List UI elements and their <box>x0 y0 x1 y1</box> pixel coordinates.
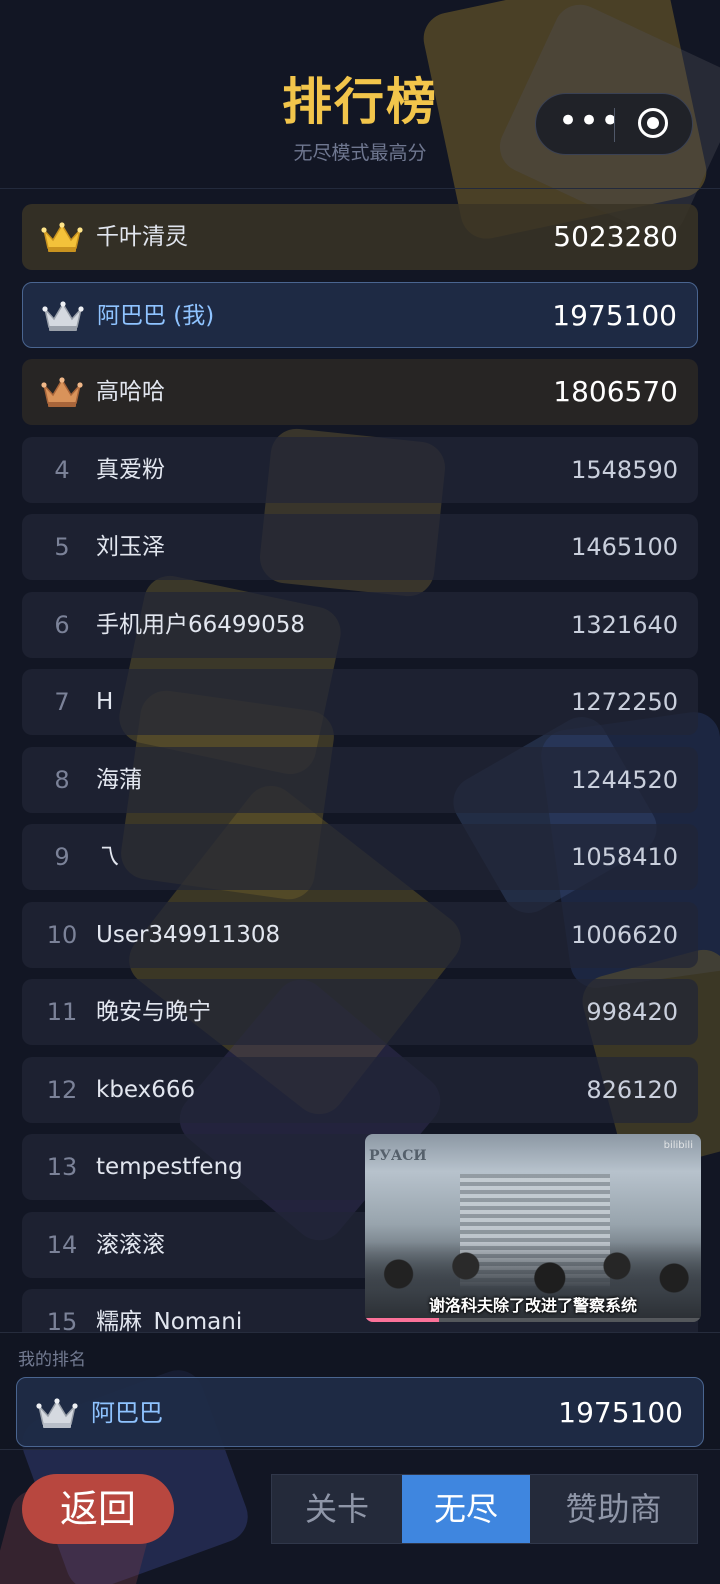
leaderboard-row[interactable]: 千叶清灵 5023280 <box>22 204 698 270</box>
rank-number: 14 <box>46 1230 78 1259</box>
video-sign-text: РУАСИ <box>369 1148 427 1164</box>
page-header: 排行榜 无尽模式最高分 ••• <box>0 0 720 189</box>
player-name: kbex666 <box>96 1076 196 1103</box>
mode-tabs: 关卡 无尽 赞助商 <box>271 1474 698 1544</box>
rank-number: 8 <box>54 765 70 794</box>
my-rank-row[interactable]: 阿巴巴 1975100 <box>16 1377 704 1447</box>
player-score: 998420 <box>586 998 678 1026</box>
player-name: 手机用户66499058 <box>96 611 306 638</box>
player-score: 1975100 <box>552 298 677 332</box>
rank-number: 15 <box>46 1308 78 1332</box>
my-rank-label: 我的排名 <box>18 1350 86 1370</box>
silver-crown-icon <box>42 300 84 331</box>
my-rank-section: 我的排名 阿巴巴 1975100 <box>0 1332 720 1450</box>
rank-number: 13 <box>46 1153 78 1181</box>
gold-crown-icon <box>41 222 83 252</box>
rank-number: 4 <box>54 455 70 484</box>
leaderboard-row[interactable]: 高哈哈 1806570 <box>22 359 698 425</box>
rank-number: 10 <box>46 920 78 949</box>
player-score: 5023280 <box>553 220 678 253</box>
rank-number: 9 <box>54 843 70 871</box>
video-watermark: bilibili <box>663 1140 693 1151</box>
leaderboard-row[interactable]: 10 User349911308 1006620 <box>22 901 698 968</box>
player-score: 1244520 <box>571 765 678 794</box>
player-name: 高哈哈 <box>96 379 165 405</box>
tab-sponsor[interactable]: 赞助商 <box>530 1475 697 1543</box>
player-name: H <box>96 689 114 715</box>
more-dots-icon[interactable]: ••• <box>558 104 620 140</box>
video-progress-bar <box>365 1318 701 1322</box>
rank-number: 12 <box>46 1075 78 1104</box>
player-score: 1058410 <box>571 843 678 871</box>
player-name: 糯麻_Nomani <box>96 1309 243 1332</box>
leaderboard-row[interactable]: 阿巴巴 (我) 1975100 <box>22 281 698 348</box>
rank-number: 11 <box>46 998 78 1026</box>
player-name: 千叶清灵 <box>96 224 188 250</box>
rank-number: 7 <box>54 688 70 716</box>
rank-number: 6 <box>54 610 70 639</box>
tab-endless[interactable]: 无尽 <box>402 1475 530 1543</box>
player-name: 晚安与晚宁 <box>96 999 211 1025</box>
leaderboard-row[interactable]: 4 真爱粉 1548590 <box>22 436 698 503</box>
player-score: 1806570 <box>553 375 678 408</box>
capsule-divider <box>614 108 615 142</box>
leaderboard-row[interactable]: 9 乁 1058410 <box>22 824 698 890</box>
target-close-icon[interactable] <box>638 108 668 138</box>
player-score: 826120 <box>586 1075 678 1104</box>
player-score: 1321640 <box>571 610 678 639</box>
floating-video-player[interactable]: РУАСИ bilibili 谢洛科夫除了改进了警察系统 <box>365 1134 701 1322</box>
leaderboard-row[interactable]: 8 海蒲 1244520 <box>22 746 698 813</box>
my-rank-name: 阿巴巴 <box>91 1399 163 1427</box>
player-score: 1548590 <box>571 455 678 484</box>
leaderboard-row[interactable]: 11 晚安与晚宁 998420 <box>22 979 698 1045</box>
player-name: 滚滚滚 <box>96 1231 165 1258</box>
miniprogram-capsule: ••• <box>535 93 693 155</box>
tab-level[interactable]: 关卡 <box>272 1475 402 1543</box>
leaderboard-row[interactable]: 12 kbex666 826120 <box>22 1056 698 1123</box>
player-score: 1006620 <box>571 920 678 949</box>
player-score: 1272250 <box>571 688 678 716</box>
leaderboard-row[interactable]: 7 H 1272250 <box>22 669 698 735</box>
leaderboard-row[interactable]: 6 手机用户66499058 1321640 <box>22 591 698 658</box>
player-name: 海蒲 <box>96 766 142 793</box>
player-name: tempestfeng <box>96 1154 243 1180</box>
player-name: 真爱粉 <box>96 456 165 483</box>
player-name: 刘玉泽 <box>96 534 165 560</box>
bronze-crown-icon <box>41 377 83 407</box>
player-name: 阿巴巴 (我) <box>97 302 215 329</box>
silver-crown-icon <box>36 1398 78 1428</box>
my-rank-score: 1975100 <box>558 1396 683 1429</box>
rank-number: 5 <box>54 533 70 561</box>
bottom-bar: 返回 关卡 无尽 赞助商 <box>0 1456 720 1584</box>
player-name: 乁 <box>96 844 119 870</box>
video-caption: 谢洛科夫除了改进了警察系统 <box>428 1296 637 1315</box>
player-score: 1465100 <box>571 533 678 561</box>
back-button[interactable]: 返回 <box>22 1474 174 1544</box>
player-name: User349911308 <box>96 921 281 948</box>
video-progress-fill <box>365 1318 439 1322</box>
leaderboard-row[interactable]: 5 刘玉泽 1465100 <box>22 514 698 580</box>
